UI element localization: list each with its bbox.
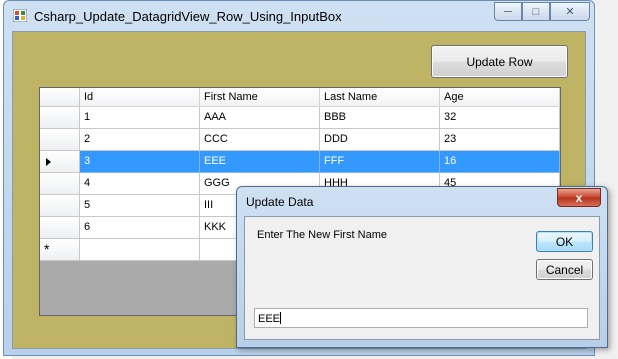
cell-id[interactable]: 6 [80,217,200,239]
cancel-button[interactable]: Cancel [536,259,593,280]
cell-last-name[interactable]: FFF [320,151,440,173]
dialog-prompt: Enter The New First Name [257,229,388,241]
row-header[interactable] [40,107,80,129]
title-bar[interactable]: Csharp_Update_DatagridView_Row_Using_Inp… [4,1,594,31]
input-value: EEE [258,313,281,325]
table-row-selected[interactable]: 3 EEE FFF 16 [40,151,560,173]
top-left-header-cell[interactable] [40,88,80,107]
column-header-last-name[interactable]: Last Name [320,88,440,107]
cell-id[interactable]: 1 [80,107,200,129]
cell-age[interactable]: 32 [440,107,560,129]
row-header[interactable] [40,129,80,151]
maximize-button[interactable]: □ [522,2,550,21]
cell-last-name[interactable]: DDD [320,129,440,151]
row-header[interactable] [40,173,80,195]
caption-buttons: ─ □ ✕ [494,2,590,21]
column-header-age[interactable]: Age [440,88,560,107]
app-icon [13,9,27,22]
new-first-name-input[interactable]: EEE [254,308,588,328]
table-row[interactable]: 2 CCC DDD 23 [40,129,560,151]
row-header-current[interactable] [40,151,80,173]
cell-id[interactable]: 3 [80,151,200,173]
close-button[interactable]: ✕ [550,2,590,21]
column-header-id[interactable]: Id [80,88,200,107]
dialog-client-area: Enter The New First Name OK Cancel EEE [244,216,600,340]
table-row[interactable]: 1 AAA BBB 32 [40,107,560,129]
cell-first-name[interactable]: CCC [200,129,320,151]
cell-first-name[interactable]: AAA [200,107,320,129]
cell-id[interactable]: 2 [80,129,200,151]
new-row-star-icon: * [44,241,50,257]
dialog-title: Update Data [246,195,314,209]
cell-age[interactable]: 23 [440,129,560,151]
text-caret [280,312,282,324]
window-title: Csharp_Update_DatagridView_Row_Using_Inp… [34,9,342,24]
cell-first-name[interactable]: EEE [200,151,320,173]
dialog-close-button[interactable]: x [557,188,601,207]
row-header[interactable] [40,217,80,239]
ok-button[interactable]: OK [536,231,593,252]
current-row-arrow-icon [46,158,51,166]
update-row-button[interactable]: Update Row [431,45,568,78]
row-header[interactable] [40,195,80,217]
update-data-dialog: Update Data x Enter The New First Name O… [236,186,608,348]
column-header-first-name[interactable]: First Name [200,88,320,107]
cell-age[interactable]: 16 [440,151,560,173]
cell-id[interactable]: 5 [80,195,200,217]
cell-id[interactable] [80,239,200,261]
new-row-header[interactable]: * [40,239,80,261]
cell-last-name[interactable]: BBB [320,107,440,129]
minimize-button[interactable]: ─ [494,2,522,21]
cell-id[interactable]: 4 [80,173,200,195]
